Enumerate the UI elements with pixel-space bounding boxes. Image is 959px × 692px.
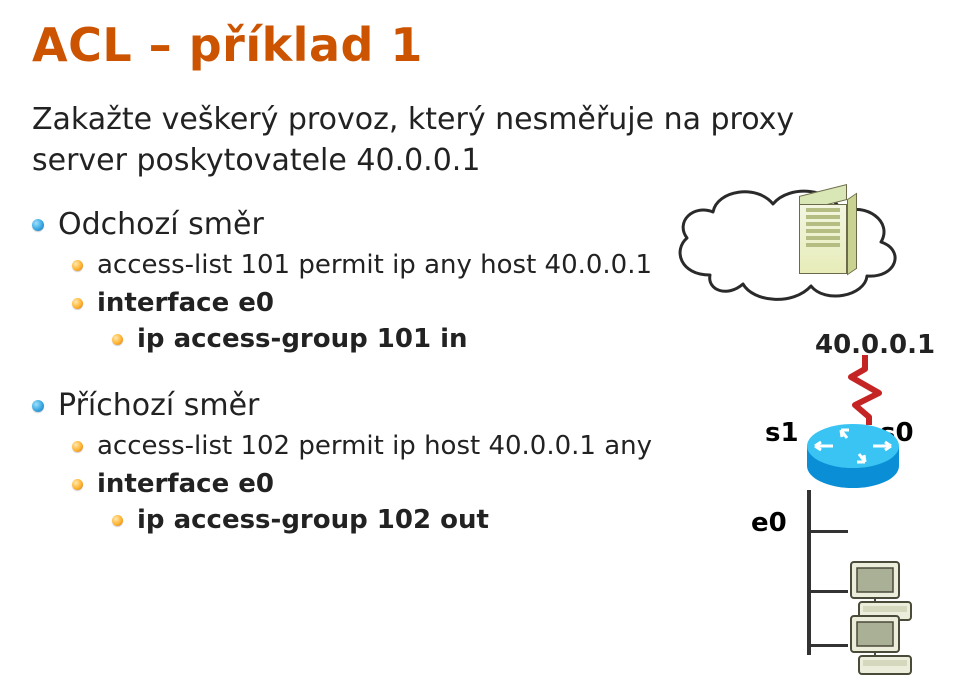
outgoing-cmd-text: ip access-group 101 in	[137, 324, 468, 354]
pc-icon	[845, 610, 923, 688]
ethernet-branch	[808, 644, 848, 647]
router-icon	[803, 420, 903, 494]
page-title: ACL – příklad 1	[32, 18, 927, 72]
ethernet-branch	[808, 530, 848, 533]
outgoing-interface-text: interface e0	[97, 288, 274, 318]
incoming-acl-text: access-list 102 permit ip host 40.0.0.1 …	[97, 431, 652, 461]
bullet-icon	[72, 298, 83, 309]
bullet-icon	[72, 441, 83, 452]
bullet-icon	[112, 515, 123, 526]
server-icon	[795, 190, 851, 280]
network-diagram: 40.0.0.1 s1 s0 e0	[635, 160, 945, 660]
bullet-icon	[112, 334, 123, 345]
interface-s1-label: s1	[765, 418, 799, 448]
interface-e0-label: e0	[751, 508, 787, 538]
incoming-header-label: Příchozí směr	[58, 388, 259, 423]
cloud-icon	[665, 170, 915, 320]
bullet-icon	[72, 479, 83, 490]
incoming-interface-text: interface e0	[97, 469, 274, 499]
outgoing-acl-text: access-list 101 permit ip any host 40.0.…	[97, 250, 652, 280]
ethernet-branch	[808, 590, 848, 593]
bullet-icon	[72, 260, 83, 271]
ethernet-bus	[807, 490, 811, 655]
incoming-cmd-text: ip access-group 102 out	[137, 505, 489, 535]
bullet-icon	[32, 219, 44, 231]
bullet-icon	[32, 400, 44, 412]
serial-link-icon	[845, 355, 885, 425]
outgoing-header-label: Odchozí směr	[58, 207, 264, 242]
